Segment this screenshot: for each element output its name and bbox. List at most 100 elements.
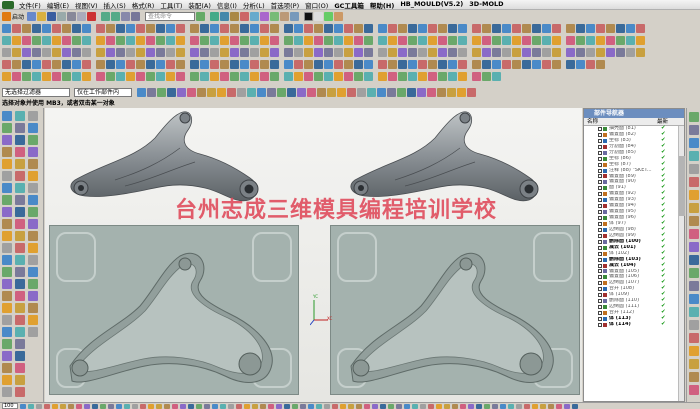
toolbar-tool-icon[interactable]	[42, 48, 51, 57]
toolbar-tool-icon[interactable]	[126, 72, 135, 81]
quick-tool-icon[interactable]	[468, 403, 474, 409]
resource-tab-icon[interactable]	[689, 125, 699, 135]
visibility-checkbox[interactable]	[598, 251, 602, 256]
toolbar-tool-icon[interactable]	[284, 48, 293, 57]
quick-tool-icon[interactable]	[452, 403, 458, 409]
toolbar-tool-icon[interactable]	[136, 36, 145, 45]
snap-filter-icon[interactable]	[327, 88, 336, 97]
toolbar-tool-icon[interactable]	[566, 60, 575, 69]
menu-item[interactable]: HB_MOULD(V5.2)	[397, 0, 466, 10]
resource-tab-icon[interactable]	[689, 359, 699, 369]
quick-tool-icon[interactable]	[20, 403, 26, 409]
toolbar-tool-icon[interactable]	[482, 36, 491, 45]
col-latest-header[interactable]: 最新	[654, 118, 668, 125]
feature-tool-icon[interactable]	[15, 303, 25, 313]
snap-filter-icon[interactable]	[317, 88, 326, 97]
toolbar-tool-icon[interactable]	[606, 24, 615, 33]
toolbar-tool-icon[interactable]	[586, 24, 595, 33]
toolbar-tool-icon[interactable]	[448, 60, 457, 69]
toolbar-tool-icon[interactable]	[532, 48, 541, 57]
toolbar-tool-icon[interactable]	[62, 24, 71, 33]
toolbar-tool-icon[interactable]	[22, 24, 31, 33]
toolbar-tool-icon[interactable]	[176, 24, 185, 33]
feature-tool-icon[interactable]	[15, 183, 25, 193]
quick-tool-icon[interactable]	[276, 403, 282, 409]
feature-tool-icon[interactable]	[28, 183, 38, 193]
toolbar-tool-icon[interactable]	[22, 72, 31, 81]
toolbar-tool-icon[interactable]	[32, 72, 41, 81]
toolbar-tool-icon[interactable]	[418, 48, 427, 57]
feature-tool-icon[interactable]	[2, 135, 12, 145]
shell-icon[interactable]	[280, 12, 290, 21]
scroll-thumb[interactable]	[679, 156, 685, 216]
feature-tool-icon[interactable]	[15, 195, 25, 205]
quick-tool-icon[interactable]	[332, 403, 338, 409]
new-icon[interactable]	[27, 12, 37, 21]
extrude-icon[interactable]	[220, 12, 230, 21]
toolbar-tool-icon[interactable]	[512, 60, 521, 69]
toolbar-tool-icon[interactable]	[334, 48, 343, 57]
resource-tab-icon[interactable]	[689, 203, 699, 213]
toolbar-tool-icon[interactable]	[62, 36, 71, 45]
visibility-checkbox[interactable]	[598, 150, 602, 155]
toolbar-tool-icon[interactable]	[62, 72, 71, 81]
quick-tool-icon[interactable]	[140, 403, 146, 409]
toolbar-tool-icon[interactable]	[294, 24, 303, 33]
toolbar-tool-icon[interactable]	[220, 48, 229, 57]
toolbar-tool-icon[interactable]	[482, 72, 491, 81]
quick-tool-icon[interactable]	[252, 403, 258, 409]
toolbar-tool-icon[interactable]	[294, 48, 303, 57]
toolbar-tool-icon[interactable]	[492, 36, 501, 45]
toolbar-tool-icon[interactable]	[116, 24, 125, 33]
snap-filter-icon[interactable]	[357, 88, 366, 97]
toolbar-tool-icon[interactable]	[418, 60, 427, 69]
toolbar-tool-icon[interactable]	[82, 72, 91, 81]
toolbar-tool-icon[interactable]	[448, 36, 457, 45]
toolbar-tool-icon[interactable]	[210, 36, 219, 45]
toolbar-tool-icon[interactable]	[626, 48, 635, 57]
toolbar-tool-icon[interactable]	[240, 48, 249, 57]
toolbar-tool-icon[interactable]	[438, 72, 447, 81]
resource-tab-icon[interactable]	[689, 112, 699, 122]
toolbar-tool-icon[interactable]	[22, 48, 31, 57]
toolbar-tool-icon[interactable]	[626, 36, 635, 45]
toolbar-tool-icon[interactable]	[126, 60, 135, 69]
quick-tool-icon[interactable]	[556, 403, 562, 409]
toolbar-tool-icon[interactable]	[472, 24, 481, 33]
toolbar-tool-icon[interactable]	[200, 60, 209, 69]
toolbar-tool-icon[interactable]	[260, 24, 269, 33]
toolbar-tool-icon[interactable]	[166, 48, 175, 57]
toolbar-tool-icon[interactable]	[230, 60, 239, 69]
toolbar-tool-icon[interactable]	[200, 72, 209, 81]
toolbar-tool-icon[interactable]	[220, 24, 229, 33]
toolbar-tool-icon[interactable]	[324, 48, 333, 57]
open-icon[interactable]	[37, 12, 47, 21]
toolbar-tool-icon[interactable]	[250, 36, 259, 45]
toolbar-tool-icon[interactable]	[116, 60, 125, 69]
toolbar-tool-icon[interactable]	[636, 48, 645, 57]
hole-icon[interactable]	[240, 12, 250, 21]
toolbar-tool-icon[interactable]	[314, 60, 323, 69]
toolbar-tool-icon[interactable]	[62, 48, 71, 57]
quick-tool-icon[interactable]	[308, 403, 314, 409]
quick-tool-icon[interactable]	[572, 403, 578, 409]
toolbar-tool-icon[interactable]	[552, 48, 561, 57]
toolbar-tool-icon[interactable]	[240, 24, 249, 33]
toolbar-tool-icon[interactable]	[210, 72, 219, 81]
toolbar-tool-icon[interactable]	[408, 72, 417, 81]
toolbar-tool-icon[interactable]	[354, 60, 363, 69]
toolbar-tool-icon[interactable]	[136, 60, 145, 69]
quick-tool-icon[interactable]	[380, 403, 386, 409]
feature-tool-icon[interactable]	[28, 243, 38, 253]
toolbar-tool-icon[interactable]	[250, 48, 259, 57]
snap-filter-icon[interactable]	[457, 88, 466, 97]
toolbar-tool-icon[interactable]	[240, 36, 249, 45]
feature-tool-icon[interactable]	[15, 123, 25, 133]
toolbar-tool-icon[interactable]	[220, 72, 229, 81]
feature-tool-icon[interactable]	[15, 111, 25, 121]
toolbar-tool-icon[interactable]	[418, 24, 427, 33]
toolbar-tool-icon[interactable]	[458, 60, 467, 69]
revolve-icon[interactable]	[230, 12, 240, 21]
toolbar-tool-icon[interactable]	[106, 36, 115, 45]
toolbar-tool-icon[interactable]	[378, 60, 387, 69]
